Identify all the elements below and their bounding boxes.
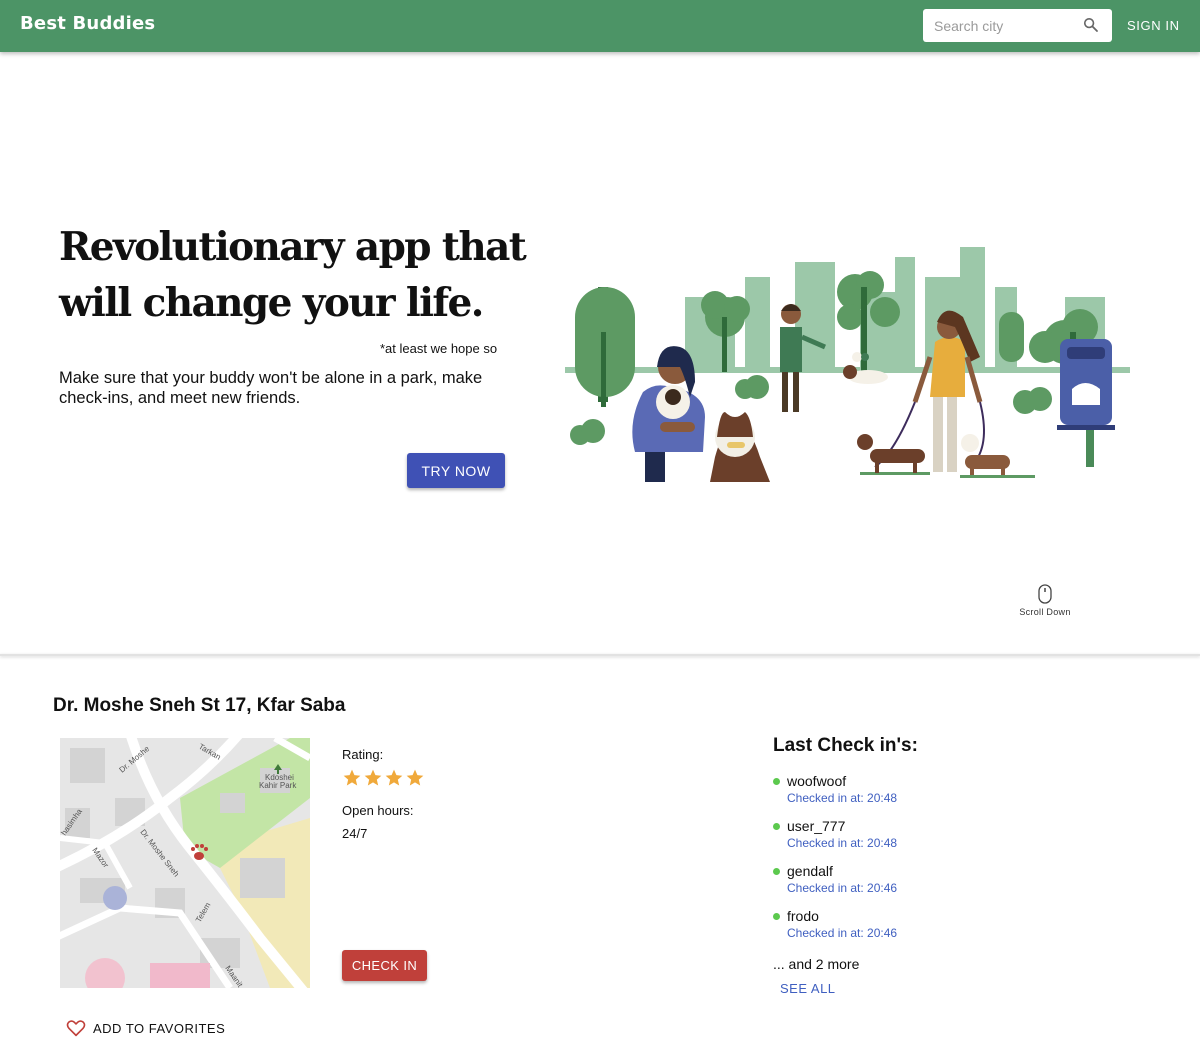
park-title: Dr. Moshe Sneh St 17, Kfar Saba [53, 695, 346, 716]
checkins-title: Last Check in's: [773, 735, 918, 756]
checkin-user[interactable]: gendalf [787, 863, 833, 879]
add-to-favorites-label: ADD TO FAVORITES [93, 1020, 226, 1036]
checkin-user[interactable]: user_777 [787, 818, 845, 834]
checkin-time: Checked in at: 20:48 [787, 791, 898, 805]
app-bar: Best Buddies SIGN IN [0, 0, 1200, 52]
rating-label: Rating: [342, 747, 384, 762]
checkins-list: woofwoof Checked in at: 20:48 user_777 C… [773, 773, 1073, 953]
online-dot-icon [773, 778, 780, 785]
search-box[interactable] [923, 9, 1112, 42]
checkin-item: frodo Checked in at: 20:46 [773, 908, 1073, 953]
star-icon [364, 769, 382, 786]
heart-icon [66, 1020, 86, 1037]
star-icon [385, 769, 403, 786]
online-dot-icon [773, 868, 780, 875]
checkin-user[interactable]: woofwoof [787, 773, 846, 789]
scroll-down-label: Scroll Down [1019, 607, 1071, 617]
checkin-item: woofwoof Checked in at: 20:48 [773, 773, 1073, 818]
rating-stars [342, 768, 425, 788]
more-checkins-text: ... and 2 more [773, 956, 860, 972]
park-illustration [565, 247, 1130, 482]
checkin-item: gendalf Checked in at: 20:46 [773, 863, 1073, 908]
check-in-button[interactable]: CHECK IN [342, 950, 427, 981]
park-map[interactable]: Kdoshei Kahir Park Dr. Moshe Sneh Dr. Mo… [60, 738, 310, 988]
search-icon[interactable] [1082, 16, 1100, 34]
online-dot-icon [773, 823, 780, 830]
hero-subtext: Make sure that your buddy won't be alone… [59, 369, 483, 407]
hero-footnote: *at least we hope so [380, 341, 498, 356]
open-hours-value: 24/7 [342, 826, 368, 841]
checkin-time: Checked in at: 20:48 [787, 836, 898, 850]
checkin-time: Checked in at: 20:46 [787, 926, 898, 940]
hero-headline: Revolutionary app that will change your … [59, 224, 527, 326]
scroll-down-hint[interactable]: Scroll Down [1010, 584, 1080, 617]
mouse-icon [1038, 584, 1052, 604]
try-now-button[interactable]: TRY NOW [407, 453, 505, 488]
star-icon [406, 769, 424, 786]
checkin-time: Checked in at: 20:46 [787, 881, 898, 895]
map-label-park-2: Kahir Park [259, 781, 297, 790]
open-hours-label: Open hours: [342, 803, 414, 818]
hero-section: Revolutionary app that will change your … [0, 52, 1200, 654]
see-all-button[interactable]: SEE ALL [780, 981, 836, 996]
brand-logo[interactable]: Best Buddies [20, 13, 155, 34]
checkin-item: user_777 Checked in at: 20:48 [773, 818, 1073, 863]
checkin-user[interactable]: frodo [787, 908, 819, 924]
star-icon [343, 769, 361, 786]
sign-in-button[interactable]: SIGN IN [1127, 18, 1180, 33]
online-dot-icon [773, 913, 780, 920]
search-input[interactable] [934, 16, 1074, 36]
add-to-favorites-button[interactable]: ADD TO FAVORITES [66, 1019, 225, 1037]
section-divider [0, 654, 1200, 656]
